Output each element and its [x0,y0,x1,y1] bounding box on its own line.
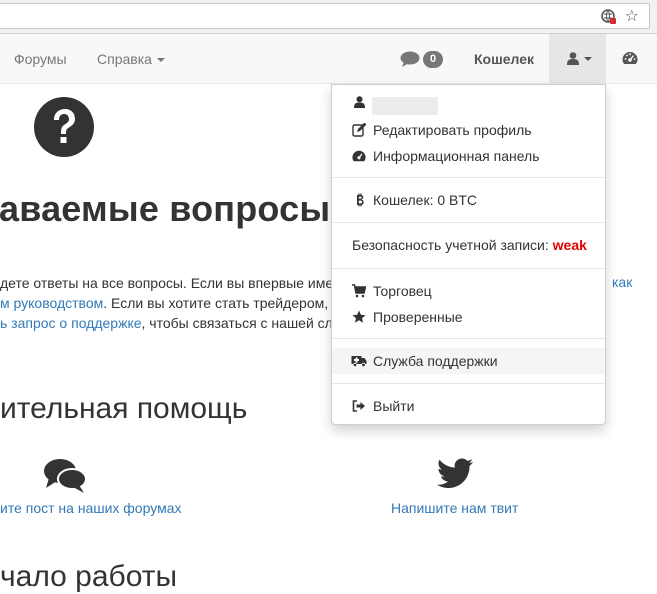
site-settings-icon[interactable] [601,9,617,25]
nav-wallet-link[interactable]: Кошелек [474,34,534,84]
merchant-item[interactable]: Торговец [332,278,605,304]
help-heading: ительная помощь [0,392,248,425]
sign-out-icon [352,400,365,412]
comment-icon [400,51,420,67]
cart-icon [352,284,366,298]
verified-label: Проверенные [373,309,463,325]
dashboard-icon [352,150,366,162]
intro-line-2: м руководством. Если вы хотите стать тре… [0,293,336,313]
messages-count-badge: 0 [423,51,443,68]
dashboard-item[interactable]: Информационная панель [332,143,605,169]
user-icon [567,52,579,65]
account-security-status: Безопасность учетной записи: weak [352,235,587,255]
edit-profile-item[interactable]: Редактировать профиль [332,117,605,143]
chevron-down-icon [584,57,592,61]
edit-profile-label: Редактировать профиль [373,122,532,138]
user-dropdown-menu: Редактировать профиль Информационная пан… [331,84,606,425]
dropdown-username [332,89,605,115]
support-request-link[interactable]: ь запрос о поддержке [0,315,142,331]
username-redacted [372,97,438,115]
dashboard-label: Информационная панель [373,148,540,164]
wallet-item[interactable]: Кошелек: 0 BTC [332,187,605,213]
support-label: Служба поддержки [373,353,498,369]
intro-text-1: дете ответы на все вопросы. Если вы впер… [0,275,334,291]
merchant-label: Торговец [373,283,432,299]
twitter-icon [436,458,473,488]
security-value: weak [552,237,587,253]
intro-text-3: , чтобы связаться с нашей слу [141,315,340,331]
page-title: аваемые вопросы [0,188,331,229]
menu-divider [332,177,605,178]
verified-item[interactable]: Проверенные [332,304,605,330]
intro-line-1: дете ответы на все вопросы. Если вы впер… [0,273,333,293]
address-bar[interactable]: ☆ [0,3,650,29]
star-icon [352,310,366,323]
intro-line-3: ь запрос о поддержке, чтобы связаться с … [0,313,340,333]
getting-started-heading: чало работы [0,560,178,593]
site-navbar: Форумы Справка 0 Кошелек [0,34,657,84]
intro-link-right[interactable]: как [612,274,632,290]
twitter-link[interactable]: Напишите нам твит [391,500,518,516]
nav-help-dropdown[interactable]: Справка [97,34,165,84]
edit-icon [352,123,366,137]
nav-forums-link[interactable]: Форумы [14,34,67,84]
bitcoin-icon [357,193,364,207]
ambulance-icon [351,356,367,368]
nav-user-dropdown[interactable] [549,34,606,84]
bookmark-star-icon[interactable]: ☆ [625,7,639,25]
menu-divider [332,338,605,339]
browser-toolbar: ☆ [0,0,657,34]
logout-label: Выйти [373,398,415,414]
nav-help-label: Справка [97,51,152,67]
menu-divider [332,222,605,223]
menu-divider [332,383,605,384]
logout-item[interactable]: Выйти [332,393,605,419]
guide-link[interactable]: м руководством [0,295,103,311]
question-circle-icon [34,97,94,157]
chevron-down-icon [156,58,165,63]
intro-text-2: . Если вы хотите стать трейдером, , [103,295,336,311]
user-icon [354,96,365,108]
wallet-label: Кошелек: 0 BTC [373,192,478,208]
forum-post-link[interactable]: ите пост на наших форумах [0,500,181,516]
menu-divider [332,268,605,269]
security-label: Безопасность учетной записи: [352,237,549,253]
comments-icon [44,459,87,493]
dashboard-icon[interactable] [622,51,638,65]
support-item[interactable]: Служба поддержки [332,348,605,374]
